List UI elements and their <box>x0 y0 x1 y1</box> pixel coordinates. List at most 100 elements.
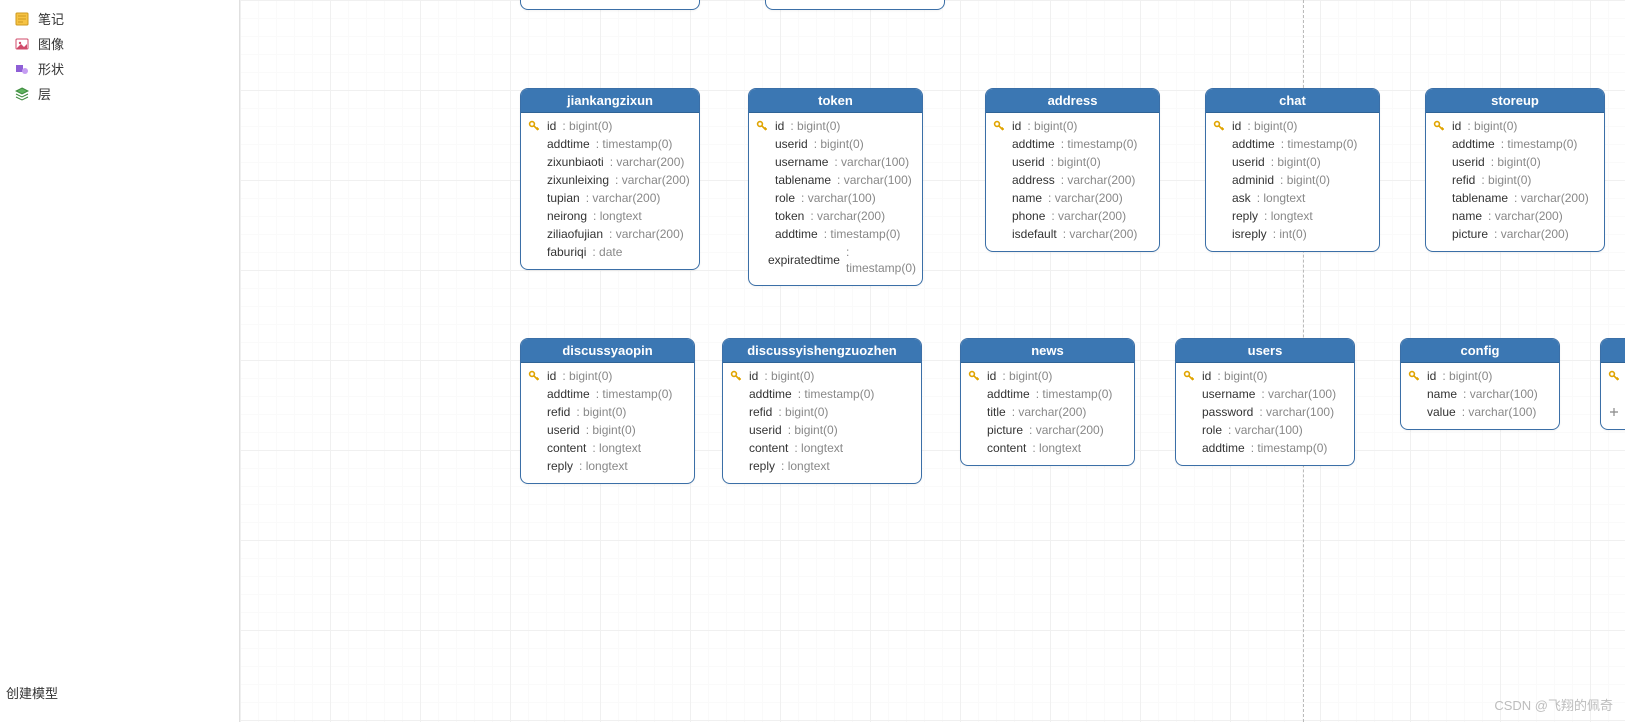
field-row[interactable]: addtimetimestamp(0) <box>992 135 1153 153</box>
field-row[interactable]: idbigint(0) <box>527 117 693 135</box>
field-row[interactable]: asklongtext <box>1212 189 1373 207</box>
field-row[interactable]: passwordvarchar(100) <box>1182 403 1348 421</box>
field-row[interactable]: namevarchar(100) <box>1407 385 1553 403</box>
field-row[interactable]: picturevarchar(200) <box>967 421 1128 439</box>
field-row[interactable]: tokenvarchar(200) <box>755 207 916 225</box>
field-type: varchar(200) <box>1051 208 1126 224</box>
entity-header[interactable]: news <box>961 339 1134 363</box>
field-row[interactable]: idbigint(0) <box>1182 367 1348 385</box>
entity-header[interactable]: jiankangzixun <box>521 89 699 113</box>
field-row[interactable]: neironglongtext <box>527 207 693 225</box>
entity-header[interactable]: storeup <box>1426 89 1604 113</box>
field-row[interactable]: addtimetimestamp(0) <box>1212 135 1373 153</box>
entity-news[interactable]: newsidbigint(0)addtimetimestamp(0)titlev… <box>960 338 1135 466</box>
field-row[interactable]: useridbigint(0) <box>992 153 1153 171</box>
field-row[interactable]: addtimetimestamp(0) <box>1182 439 1348 457</box>
field-row[interactable]: isdefaultvarchar(200) <box>992 225 1153 243</box>
field-row[interactable]: namevarchar(200) <box>992 189 1153 207</box>
entity-chat[interactable]: chat idbigint(0)addtimetimestamp(0)userid… <box>1205 88 1380 252</box>
field-row[interactable]: idbigint(0) <box>1432 117 1598 135</box>
entity-discussyishengzuozhen[interactable]: discussyishengzuozhen idbigint(0)addtimet… <box>722 338 922 484</box>
field-row[interactable]: idbigint(0) <box>967 367 1128 385</box>
entity-partial[interactable]: gerenjieshaolongtext <box>765 0 945 10</box>
field-type: bigint(0) <box>790 118 840 134</box>
entity-header[interactable]: chat <box>1206 89 1379 113</box>
create-model-label[interactable]: 创建模型 <box>0 673 239 722</box>
entity-users[interactable]: users idbigint(0)usernamevarchar(100)pass… <box>1175 338 1355 466</box>
field-row[interactable]: useridbigint(0) <box>729 421 915 439</box>
field-row[interactable]: idbigint(0) <box>992 117 1153 135</box>
field-row[interactable]: rolevarchar(100) <box>1182 421 1348 439</box>
palette-item-image[interactable]: 图像 <box>0 31 239 56</box>
field-row[interactable]: namevarchar(200) <box>1432 207 1598 225</box>
field-row[interactable]: fenleivarchar(200) <box>1607 403 1625 421</box>
entity-discussyaopin[interactable]: discussyaopin idbigint(0)addtimetimestamp… <box>520 338 695 484</box>
field-row[interactable]: refidbigint(0) <box>1432 171 1598 189</box>
entity-jiankangzixun[interactable]: jiankangzixun idbigint(0)addtimetimestamp… <box>520 88 700 270</box>
field-row[interactable]: addtimetimestamp(0) <box>755 225 916 243</box>
field-row[interactable]: refidbigint(0) <box>729 403 915 421</box>
field-row[interactable]: addtimetimestamp(0) <box>729 385 915 403</box>
entity-header[interactable]: token <box>749 89 922 113</box>
field-row[interactable]: usernamevarchar(100) <box>755 153 916 171</box>
field-row[interactable]: idbigint(0) <box>1607 367 1625 385</box>
field-row[interactable]: idbigint(0) <box>729 367 915 385</box>
field-row[interactable]: useridbigint(0) <box>1212 153 1373 171</box>
field-row[interactable]: useridbigint(0) <box>1432 153 1598 171</box>
field-row[interactable]: ziliaofujianvarchar(200) <box>527 225 693 243</box>
field-row[interactable]: tablenamevarchar(200) <box>1432 189 1598 207</box>
field-row[interactable]: usernamevarchar(100) <box>1182 385 1348 403</box>
field-row[interactable]: faburiqidate <box>527 243 693 261</box>
field-name: addtime <box>547 136 590 152</box>
entity-address[interactable]: address idbigint(0)addtimetimestamp(0)use… <box>985 88 1160 252</box>
field-row[interactable]: replylongtext <box>527 457 688 475</box>
entity-body: idbigint(0)addtimetimestamp(0)titlevarch… <box>961 363 1134 465</box>
field-row[interactable]: titlevarchar(200) <box>967 403 1128 421</box>
entity-header[interactable]: discussyishengzuozhen <box>723 339 921 363</box>
field-row[interactable]: replylongtext <box>729 457 915 475</box>
field-row[interactable]: adminidbigint(0) <box>1212 171 1373 189</box>
entity-config[interactable]: config idbigint(0)namevarchar(100)valueva… <box>1400 338 1560 430</box>
field-row[interactable]: zixunleixingvarchar(200) <box>527 171 693 189</box>
field-row[interactable]: idbigint(0) <box>1407 367 1553 385</box>
field-row[interactable]: idbigint(0) <box>755 117 916 135</box>
field-row[interactable]: addtimetimestamp(0) <box>1607 385 1625 403</box>
palette-item-note[interactable]: 笔记 <box>0 6 239 31</box>
entity-header[interactable]: yaopinfenlei <box>1601 339 1625 363</box>
field-row[interactable]: idbigint(0) <box>527 367 688 385</box>
field-row[interactable]: rolevarchar(100) <box>755 189 916 207</box>
field-row[interactable]: addtimetimestamp(0) <box>1432 135 1598 153</box>
field-row[interactable]: contentlongtext <box>527 439 688 457</box>
field-row[interactable]: contentlongtext <box>967 439 1128 457</box>
field-row[interactable]: picturevarchar(200) <box>1432 225 1598 243</box>
field-row[interactable]: useridbigint(0) <box>755 135 916 153</box>
field-row[interactable]: valuevarchar(100) <box>1407 403 1553 421</box>
entity-token[interactable]: token idbigint(0)useridbigint(0)usernamev… <box>748 88 923 286</box>
er-canvas[interactable]: pricefloat(0, 0) gerenjieshaolongtext jian… <box>240 0 1625 722</box>
field-row[interactable]: addtimetimestamp(0) <box>527 135 693 153</box>
palette-item-shape[interactable]: 形状 <box>0 56 239 81</box>
field-row[interactable]: addressvarchar(200) <box>992 171 1153 189</box>
entity-header[interactable]: discussyaopin <box>521 339 694 363</box>
palette-item-layer[interactable]: 层 <box>0 81 239 106</box>
field-row[interactable]: tupianvarchar(200) <box>527 189 693 207</box>
entity-header[interactable]: config <box>1401 339 1559 363</box>
field-row[interactable]: tablenamevarchar(100) <box>755 171 916 189</box>
field-row[interactable]: idbigint(0) <box>1212 117 1373 135</box>
entity-yaopinfenlei[interactable]: yaopinfenlei idbigint(0)addtimetimestamp(… <box>1600 338 1625 430</box>
field-row[interactable]: contentlongtext <box>729 439 915 457</box>
entity-header[interactable]: users <box>1176 339 1354 363</box>
entity-header[interactable]: address <box>986 89 1159 113</box>
entity-storeup[interactable]: storeup idbigint(0)addtimetimestamp(0)use… <box>1425 88 1605 252</box>
field-row[interactable]: useridbigint(0) <box>527 421 688 439</box>
field-row[interactable]: replylongtext <box>1212 207 1373 225</box>
entity-partial[interactable]: pricefloat(0, 0) <box>520 0 700 10</box>
field-row[interactable]: phonevarchar(200) <box>992 207 1153 225</box>
field-name: userid <box>1232 154 1265 170</box>
field-row[interactable]: zixunbiaotivarchar(200) <box>527 153 693 171</box>
field-row[interactable]: addtimetimestamp(0) <box>967 385 1128 403</box>
field-row[interactable]: isreplyint(0) <box>1212 225 1373 243</box>
field-row[interactable]: refidbigint(0) <box>527 403 688 421</box>
field-row[interactable]: addtimetimestamp(0) <box>527 385 688 403</box>
field-row[interactable]: expiratedtimetimestamp(0) <box>755 243 916 277</box>
